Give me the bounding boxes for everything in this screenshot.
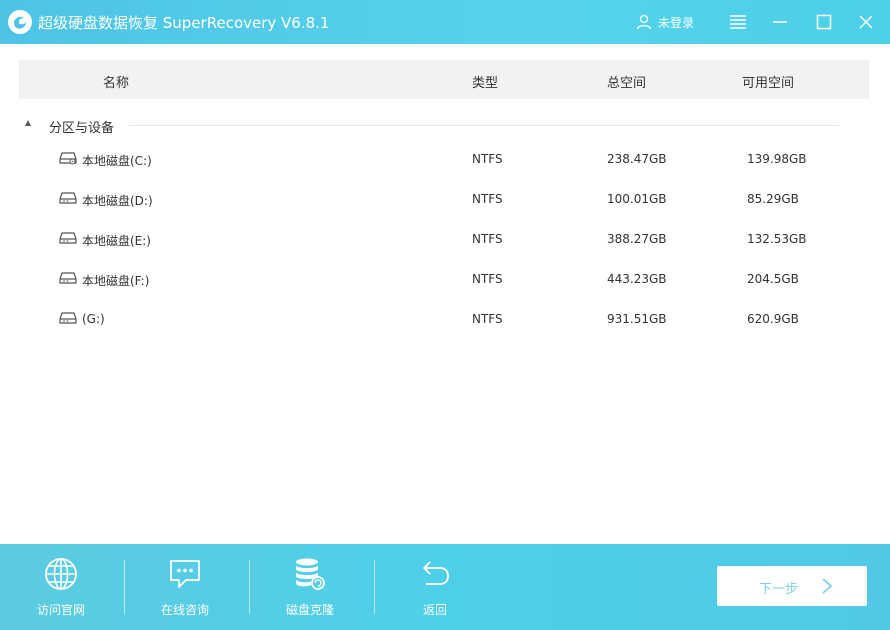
chevron-right-icon: [821, 577, 833, 595]
online-consult-label: 在线咨询: [125, 601, 245, 618]
table-row[interactable]: 本地磁盘(D:) NTFS 100.01GB 85.29GB: [19, 185, 869, 213]
title-bar: 超级硬盘数据恢复 SuperRecovery V6.8.1 未登录: [0, 0, 890, 44]
column-header-free[interactable]: 可用空间: [742, 72, 794, 91]
back-label: 返回: [375, 601, 495, 618]
drive-name: 本地磁盘(C:): [82, 152, 152, 169]
drive-name: 本地磁盘(E:): [82, 232, 151, 249]
drive-name: 本地磁盘(F:): [82, 272, 149, 289]
table-row[interactable]: 本地磁盘(E:) NTFS 388.27GB 132.53GB: [19, 225, 869, 253]
drive-type: NTFS: [472, 272, 503, 286]
maximize-icon: [816, 14, 832, 30]
database-clone-icon: [293, 557, 327, 591]
drive-free: 132.53GB: [747, 232, 807, 246]
drive-free: 204.5GB: [747, 272, 799, 286]
column-header-type[interactable]: 类型: [472, 72, 498, 91]
drive-name: 本地磁盘(D:): [82, 192, 153, 209]
collapse-arrow-icon[interactable]: [25, 120, 31, 126]
globe-icon: [44, 557, 78, 591]
drive-total: 388.27GB: [607, 232, 667, 246]
drive-name: (G:): [82, 312, 105, 326]
back-button[interactable]: 返回: [375, 544, 495, 630]
drive-free: 139.98GB: [747, 152, 807, 166]
menu-icon: [729, 14, 747, 30]
back-arrow-icon: [418, 557, 452, 591]
close-button[interactable]: [854, 10, 878, 34]
drive-total: 100.01GB: [607, 192, 667, 206]
menu-button[interactable]: [726, 10, 750, 34]
drive-type: NTFS: [472, 232, 503, 246]
online-consult-button[interactable]: 在线咨询: [125, 544, 245, 630]
drive-icon: [59, 311, 77, 325]
login-status-label: 未登录: [658, 14, 694, 31]
window-title: 超级硬盘数据恢复 SuperRecovery V6.8.1: [38, 12, 329, 33]
chat-icon: [168, 557, 202, 591]
next-step-label: 下一步: [759, 578, 798, 597]
disk-clone-button[interactable]: 磁盘克隆: [250, 544, 370, 630]
disk-clone-label: 磁盘克隆: [250, 601, 370, 618]
login-status[interactable]: 未登录: [636, 12, 694, 32]
maximize-button[interactable]: [812, 10, 836, 34]
column-header-total[interactable]: 总空间: [607, 72, 646, 91]
group-divider: [129, 125, 839, 126]
visit-website-button[interactable]: 访问官网: [1, 544, 121, 630]
table-row[interactable]: 本地磁盘(C:) NTFS 238.47GB 139.98GB: [19, 145, 869, 173]
drive-free: 620.9GB: [747, 312, 799, 326]
drive-total: 931.51GB: [607, 312, 667, 326]
drive-type: NTFS: [472, 312, 503, 326]
drive-icon: [59, 191, 77, 205]
drive-free: 85.29GB: [747, 192, 799, 206]
table-header: 名称 类型 总空间 可用空间: [19, 60, 869, 99]
group-label: 分区与设备: [49, 117, 114, 136]
visit-website-label: 访问官网: [1, 601, 121, 618]
drive-icon: [59, 231, 77, 245]
close-icon: [858, 14, 874, 30]
column-header-name[interactable]: 名称: [103, 72, 129, 91]
user-icon: [636, 14, 652, 30]
app-logo-icon: [8, 10, 32, 34]
system-drive-icon: [59, 151, 77, 165]
table-row[interactable]: 本地磁盘(F:) NTFS 443.23GB 204.5GB: [19, 265, 869, 293]
minimize-icon: [772, 14, 788, 30]
drive-total: 443.23GB: [607, 272, 667, 286]
partition-group[interactable]: 分区与设备: [19, 113, 839, 137]
drive-type: NTFS: [472, 192, 503, 206]
minimize-button[interactable]: [768, 10, 792, 34]
bottom-toolbar: 访问官网 在线咨询 磁盘克隆 返回 下一步: [0, 544, 890, 630]
drive-icon: [59, 271, 77, 285]
drive-total: 238.47GB: [607, 152, 667, 166]
table-row[interactable]: (G:) NTFS 931.51GB 620.9GB: [19, 305, 869, 333]
drive-type: NTFS: [472, 152, 503, 166]
next-step-button[interactable]: 下一步: [717, 566, 867, 606]
